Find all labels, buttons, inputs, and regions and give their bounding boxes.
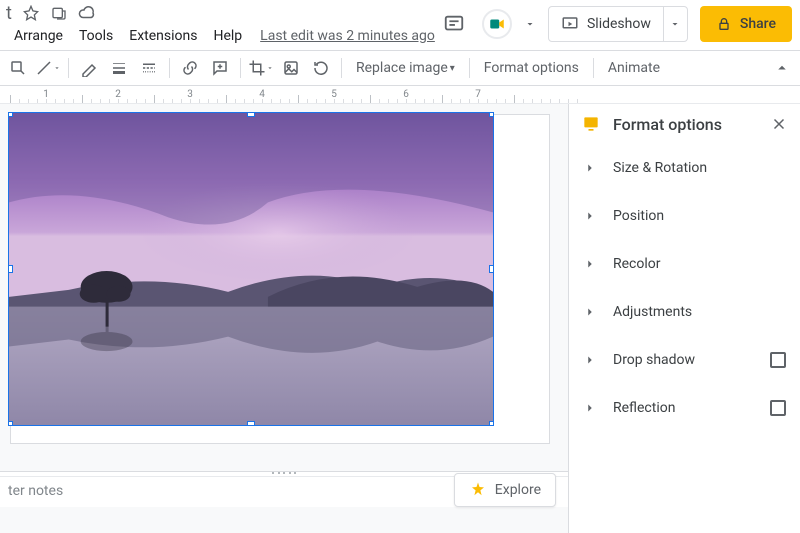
title-row: t Slideshow bbox=[0, 0, 800, 22]
resize-handle-tl[interactable] bbox=[8, 112, 13, 117]
replace-image-label: Replace image bbox=[356, 60, 448, 76]
line-tool-icon[interactable] bbox=[34, 54, 62, 82]
doc-title-fragment[interactable]: t bbox=[6, 3, 12, 24]
explore-label: Explore bbox=[495, 482, 541, 498]
sidebar-section-reflection[interactable]: Reflection bbox=[569, 384, 800, 432]
replace-image-button[interactable]: Replace image▾ bbox=[348, 54, 463, 82]
border-dash-icon[interactable] bbox=[135, 54, 163, 82]
sidebar-section-label: Adjustments bbox=[613, 304, 786, 320]
explore-button[interactable]: Explore bbox=[454, 473, 556, 507]
border-color-icon[interactable] bbox=[75, 54, 103, 82]
resize-handle-r[interactable] bbox=[489, 265, 494, 273]
format-options-icon bbox=[581, 114, 601, 134]
menu-help[interactable]: Help bbox=[205, 24, 250, 48]
sidebar-section-size-rotation[interactable]: Size & Rotation bbox=[569, 144, 800, 192]
chevron-right-icon bbox=[583, 401, 599, 415]
last-edit-link[interactable]: Last edit was 2 minutes ago bbox=[260, 28, 435, 44]
sidebar-section-label: Position bbox=[613, 208, 786, 224]
cloud-icon[interactable] bbox=[78, 4, 96, 22]
resize-handle-b[interactable] bbox=[247, 421, 255, 426]
grip-icon bbox=[272, 472, 296, 476]
selected-image[interactable] bbox=[8, 112, 494, 426]
menu-bar: Arrange Tools Extensions Help Last edit … bbox=[0, 22, 800, 50]
resize-handle-l[interactable] bbox=[8, 265, 13, 273]
sidebar-section-label: Size & Rotation bbox=[613, 160, 786, 176]
mask-image-icon[interactable] bbox=[277, 54, 305, 82]
menu-tools[interactable]: Tools bbox=[71, 24, 121, 48]
sidebar-header: Format options bbox=[569, 104, 800, 144]
sidebar-section-drop-shadow[interactable]: Drop shadow bbox=[569, 336, 800, 384]
explore-star-icon bbox=[469, 481, 487, 499]
chevron-right-icon bbox=[583, 209, 599, 223]
section-checkbox[interactable] bbox=[770, 400, 786, 416]
resize-handle-tr[interactable] bbox=[489, 112, 494, 117]
toolbar-separator bbox=[593, 58, 594, 78]
toolbar-separator bbox=[68, 58, 69, 78]
sidebar-title: Format options bbox=[613, 115, 758, 134]
chevron-right-icon bbox=[583, 161, 599, 175]
horizontal-ruler[interactable]: 1234567 bbox=[0, 86, 800, 104]
sidebar-section-adjustments[interactable]: Adjustments bbox=[569, 288, 800, 336]
toolbar-separator bbox=[341, 58, 342, 78]
animate-button[interactable]: Animate bbox=[600, 54, 668, 82]
close-icon[interactable] bbox=[770, 115, 788, 133]
select-tool-icon[interactable] bbox=[4, 54, 32, 82]
resize-handle-t[interactable] bbox=[247, 112, 255, 117]
menu-arrange[interactable]: Arrange bbox=[6, 24, 71, 48]
sidebar-section-label: Reflection bbox=[613, 400, 756, 416]
sidebar-section-label: Recolor bbox=[613, 256, 786, 272]
resize-handle-bl[interactable] bbox=[8, 421, 13, 426]
crop-image-icon[interactable] bbox=[247, 54, 275, 82]
toolbar: Replace image▾ Format options Animate bbox=[0, 50, 800, 86]
format-options-sidebar: Format options Size & Rotation Position Re… bbox=[568, 104, 800, 533]
chevron-right-icon bbox=[583, 257, 599, 271]
border-weight-icon[interactable] bbox=[105, 54, 133, 82]
canvas-area[interactable]: ter notes Explore bbox=[0, 104, 568, 533]
insert-link-icon[interactable] bbox=[176, 54, 204, 82]
chevron-right-icon bbox=[583, 305, 599, 319]
landscape-image bbox=[9, 113, 493, 425]
sidebar-section-label: Drop shadow bbox=[613, 352, 756, 368]
toolbar-separator bbox=[240, 58, 241, 78]
move-icon[interactable] bbox=[50, 4, 68, 22]
workspace: ter notes Explore Format options Size & … bbox=[0, 104, 800, 533]
resize-handle-br[interactable] bbox=[489, 421, 494, 426]
toolbar-collapse-icon[interactable] bbox=[768, 54, 796, 82]
slide[interactable] bbox=[10, 114, 550, 444]
toolbar-separator bbox=[469, 58, 470, 78]
toolbar-separator bbox=[169, 58, 170, 78]
sidebar-section-recolor[interactable]: Recolor bbox=[569, 240, 800, 288]
chevron-right-icon bbox=[583, 353, 599, 367]
sidebar-section-position[interactable]: Position bbox=[569, 192, 800, 240]
format-options-button[interactable]: Format options bbox=[476, 54, 587, 82]
reset-image-icon[interactable] bbox=[307, 54, 335, 82]
menu-extensions[interactable]: Extensions bbox=[121, 24, 205, 48]
add-comment-icon[interactable] bbox=[206, 54, 234, 82]
star-icon[interactable] bbox=[22, 4, 40, 22]
section-checkbox[interactable] bbox=[770, 352, 786, 368]
